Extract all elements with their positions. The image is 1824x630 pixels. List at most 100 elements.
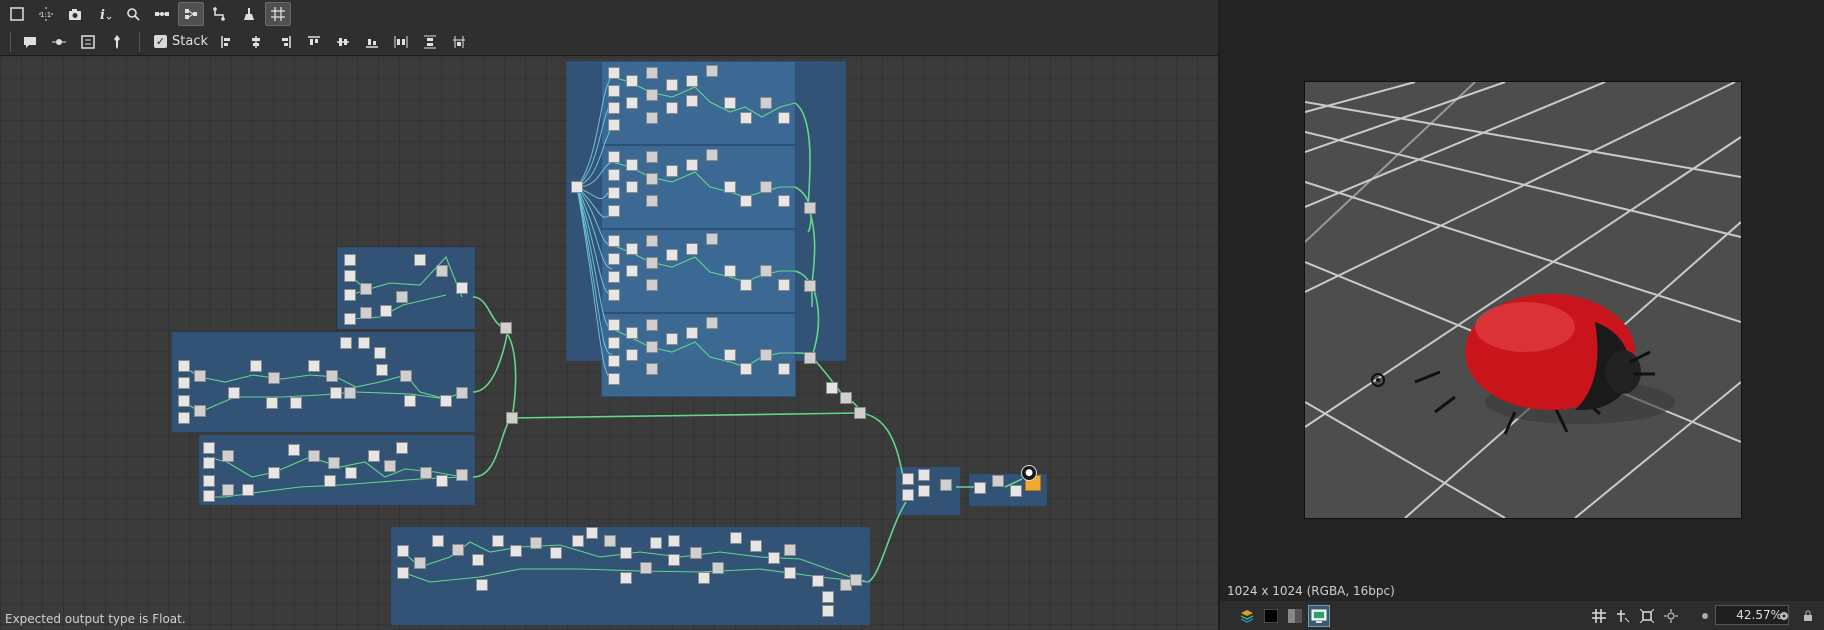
graph-node[interactable] [506,412,518,424]
graph-node[interactable] [686,327,698,339]
graph-node[interactable] [266,397,278,409]
graph-node[interactable] [242,484,254,496]
graph-node[interactable] [724,97,736,109]
graph-node[interactable] [646,257,658,269]
graph-node[interactable] [646,151,658,163]
graph-node[interactable] [760,97,772,109]
graph-node[interactable] [730,532,742,544]
graph-node[interactable] [760,265,772,277]
graph-node[interactable] [668,535,680,547]
graph-node[interactable] [374,347,386,359]
graph-node[interactable] [822,605,834,617]
graph-node[interactable] [492,535,504,547]
graph-node[interactable] [626,181,638,193]
graph-node[interactable] [712,562,724,574]
graph-node[interactable] [550,547,562,559]
graph-node[interactable] [918,485,930,497]
graph-node[interactable] [608,355,620,367]
graph-node[interactable] [608,169,620,181]
graph-node[interactable] [420,467,432,479]
graph-node[interactable] [380,305,392,317]
graph-node[interactable] [646,235,658,247]
graph-node[interactable] [784,567,796,579]
graph-node[interactable] [646,363,658,375]
graph-node[interactable] [608,67,620,79]
graph-node[interactable] [397,567,409,579]
graph-node[interactable] [620,572,632,584]
graph-node[interactable] [804,202,816,214]
graph-node[interactable] [178,412,190,424]
graph-node[interactable] [608,151,620,163]
graph-node[interactable] [626,327,638,339]
graph-node[interactable] [344,270,356,282]
graph-node[interactable] [530,537,542,549]
graph-node[interactable] [640,562,652,574]
graph-node[interactable] [740,363,752,375]
graph-node[interactable] [666,333,678,345]
graph-node[interactable] [626,159,638,171]
graph-node[interactable] [203,442,215,454]
center-view-icon[interactable] [1660,605,1682,627]
graph-node[interactable] [456,282,468,294]
graph-node[interactable] [686,95,698,107]
graph-node[interactable] [918,469,930,481]
graph-node[interactable] [414,254,426,266]
align-bottom-icon[interactable] [359,30,385,54]
graph-node[interactable] [222,450,234,462]
graph-node[interactable] [178,377,190,389]
transform-icon[interactable] [1612,605,1634,627]
graph-node[interactable] [706,233,718,245]
fit-frame-icon[interactable] [1636,605,1658,627]
graph-node[interactable] [626,75,638,87]
graph-node[interactable] [436,265,448,277]
graph-node[interactable] [608,271,620,283]
graph-canvas[interactable]: ● [0,57,1218,630]
align-right-icon[interactable] [272,30,298,54]
graph-node[interactable] [396,291,408,303]
graph-node[interactable] [344,289,356,301]
graph-node[interactable] [992,475,1004,487]
graph-node[interactable] [940,479,952,491]
distribute-horizontal-icon[interactable] [388,30,414,54]
connector-icon[interactable] [207,2,233,26]
graph-node[interactable] [288,444,300,456]
graph-node[interactable] [778,112,790,124]
graph-node[interactable] [608,119,620,131]
graph-node[interactable] [760,349,772,361]
graph-node[interactable] [404,395,416,407]
graph-node[interactable] [250,360,262,372]
graph-node[interactable] [228,387,240,399]
graph-node[interactable] [778,279,790,291]
graph-node[interactable] [646,319,658,331]
distribute-vertical-icon[interactable] [417,30,443,54]
graph-node[interactable] [626,243,638,255]
graph-node[interactable] [360,307,372,319]
graph-node[interactable] [572,535,584,547]
graph-node[interactable] [344,254,356,266]
graph-node[interactable] [368,450,380,462]
graph-node[interactable] [571,181,583,193]
graph-node[interactable] [646,173,658,185]
graph-node[interactable] [822,591,834,603]
graph-node[interactable] [620,547,632,559]
settings-icon[interactable] [1773,605,1795,627]
graph-node[interactable] [608,205,620,217]
graph-node[interactable] [608,289,620,301]
graph-node[interactable] [397,545,409,557]
graph-node[interactable] [178,395,190,407]
graph-node[interactable] [666,102,678,114]
info-icon[interactable]: i [91,2,117,26]
graph-node[interactable] [686,75,698,87]
grid-icon[interactable] [1588,605,1610,627]
graph-node[interactable] [328,457,340,469]
graph-node[interactable] [432,535,444,547]
fit-view-icon[interactable] [4,2,30,26]
graph-node[interactable] [646,279,658,291]
graph-node[interactable] [760,181,772,193]
dot-node-icon[interactable] [46,30,72,54]
graph-node[interactable] [854,407,866,419]
output-pin-icon[interactable]: ● [1021,465,1037,481]
graph-node[interactable] [203,490,215,502]
graph-node[interactable] [330,387,342,399]
graph-node[interactable] [724,265,736,277]
